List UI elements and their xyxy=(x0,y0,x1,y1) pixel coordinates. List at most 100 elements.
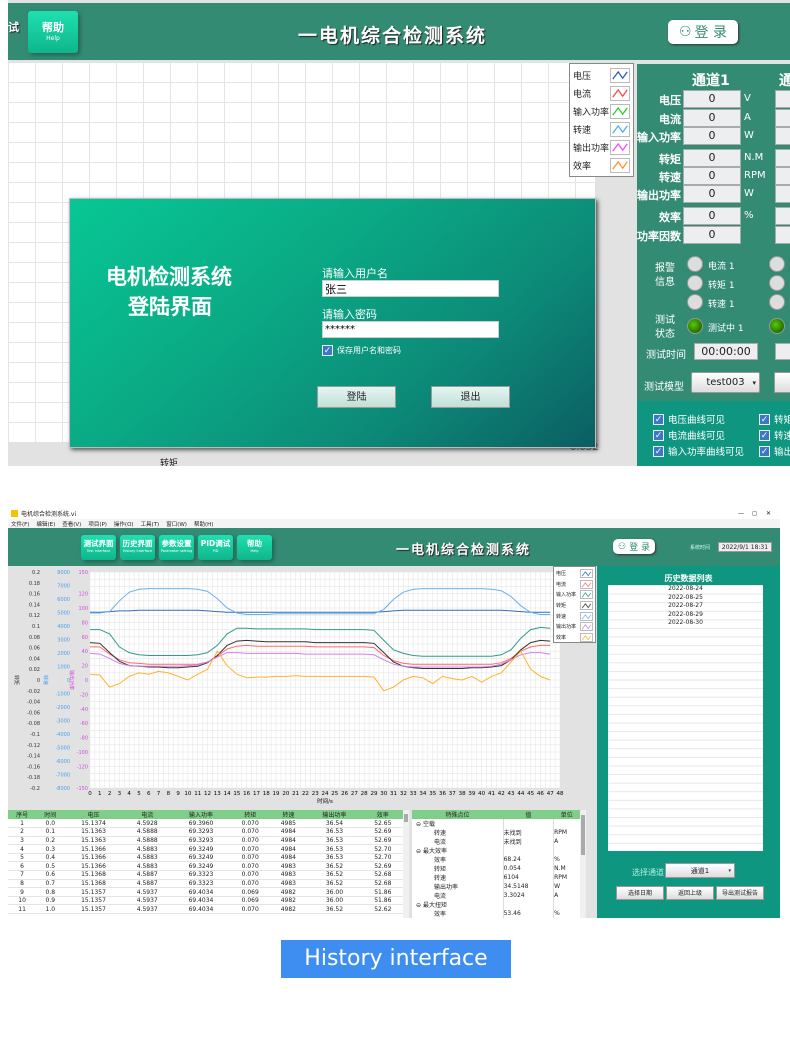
column-header[interactable]: 单位 xyxy=(553,810,580,819)
column-header[interactable]: 电压 xyxy=(64,810,123,819)
history-item[interactable]: 2022-08-25 xyxy=(608,594,763,603)
channel2-alarm-led xyxy=(769,256,785,272)
curve-visible-checkbox[interactable]: ✓ 电流曲线可见 xyxy=(653,428,725,442)
column-header[interactable]: 转矩 xyxy=(230,810,271,819)
curve-visible-checkbox[interactable]: ✓ 电压曲线可见 xyxy=(653,412,725,426)
table-cell: 36.52 xyxy=(306,861,363,872)
tree-scrollbar[interactable] xyxy=(580,810,586,918)
table-cell: 36.53 xyxy=(306,853,363,863)
panel-button[interactable]: 返回上级 xyxy=(666,886,714,900)
table-row[interactable]: 5 0.4 15.1366 4.5883 69.3249 0.070 4984 36.53 52… xyxy=(8,853,403,863)
panel-button[interactable]: 导出测试报告 xyxy=(716,886,764,900)
alarm-text: 转速 1 xyxy=(708,300,735,310)
channel-dropdown[interactable]: 通道1 ▾ xyxy=(665,863,735,878)
column-header[interactable]: 转速 xyxy=(270,810,307,819)
table-row[interactable]: 10 0.9 15.1357 4.5937 69.4034 0.069 4982 36.00 5… xyxy=(8,896,403,906)
nav-button[interactable]: 帮助 Help xyxy=(237,535,272,560)
collapse-icon[interactable]: ⊖ xyxy=(416,821,423,828)
field-value: 0 xyxy=(683,207,741,225)
x-tick-label: 26 xyxy=(341,791,348,797)
tree-row[interactable]: 转矩 0.054 N.M xyxy=(412,864,580,873)
tree-row[interactable]: 效率 53.46% xyxy=(412,909,580,918)
menu-item[interactable]: 工具(T) xyxy=(141,520,160,528)
x-tick-label: 33 xyxy=(410,791,417,797)
nav-button[interactable]: 参数设置 Parameter setting xyxy=(159,535,194,560)
nav-partial[interactable]: 试 xyxy=(8,19,19,35)
close-button[interactable]: ✕ xyxy=(766,510,771,517)
table-row[interactable]: 1 0.0 15.1374 4.5928 69.3960 0.070 4985 36.54 52… xyxy=(8,819,403,829)
dialog-exit-button[interactable]: 退出 xyxy=(431,386,510,408)
login-button[interactable]: ⚇ 登 录 xyxy=(668,20,738,44)
table-row[interactable]: 3 0.2 15.1363 4.5888 69.3293 0.070 4984 36.53 52… xyxy=(8,836,403,846)
history-item[interactable]: 2022-08-27 xyxy=(608,602,763,611)
minimize-button[interactable]: — xyxy=(738,510,744,517)
tree-row[interactable]: ⊖ 空载 xyxy=(412,819,580,828)
history-item[interactable]: 2022-08-24 xyxy=(608,585,763,594)
column-header[interactable]: 值 xyxy=(503,810,554,819)
tree-row[interactable]: 电流 3.3024 A xyxy=(412,891,580,900)
column-header[interactable]: 特殊点位 xyxy=(412,810,504,819)
menu-item[interactable]: 查看(V) xyxy=(62,520,81,528)
tree-row[interactable]: 转速 6104 RPM xyxy=(412,873,580,882)
test-model-dropdown[interactable]: test003 ▾ xyxy=(691,372,760,393)
x-tick-label: 31 xyxy=(390,791,397,797)
curve-visible-checkbox[interactable]: ✓ 转矩曲线可见 xyxy=(759,412,790,426)
menu-item[interactable]: 帮助(H) xyxy=(194,520,213,528)
table-row[interactable]: 11 1.0 15.1357 4.5937 69.4034 0.070 4982 36.52 5… xyxy=(8,904,403,915)
legend-label: 输入功率 xyxy=(556,592,577,599)
column-header[interactable]: 输入功率 xyxy=(171,810,231,819)
table-row[interactable]: 6 0.5 15.1366 4.5883 69.3249 0.070 4983 36.52 52… xyxy=(8,861,403,872)
tree-row[interactable]: 效率 68.24% xyxy=(412,855,580,864)
tree-row[interactable]: ⊖ 最大效率 xyxy=(412,846,580,855)
collapse-icon[interactable]: ⊖ xyxy=(416,902,423,909)
data-table-scrollbar[interactable] xyxy=(403,810,409,918)
menu-item[interactable]: 操作(O) xyxy=(114,520,134,528)
menu-item[interactable]: 项目(P) xyxy=(88,520,107,528)
tree-name: 转速 xyxy=(412,828,503,837)
history-item[interactable]: 2022-08-29 xyxy=(608,611,763,620)
tree-row[interactable]: 转速 未找到 RPM xyxy=(412,828,580,837)
login-button[interactable]: ⚇ 登 录 xyxy=(613,539,655,554)
username-input[interactable] xyxy=(322,280,499,297)
nav-help-button[interactable]: 帮助 Help xyxy=(28,11,78,53)
dialog-login-button[interactable]: 登陆 xyxy=(317,386,396,408)
nav-button[interactable]: 测试界面 Test interface xyxy=(81,535,116,560)
table-row[interactable]: 7 0.6 15.1368 4.5887 69.3323 0.070 4983 36.52 52… xyxy=(8,870,403,880)
x-tick-label: 9 xyxy=(176,791,180,797)
column-header[interactable]: 序号 xyxy=(8,810,37,819)
nav-button[interactable]: PID调试 PID xyxy=(198,535,233,560)
x-tick-label: 0 xyxy=(88,791,92,797)
table-row[interactable]: 2 0.1 15.1363 4.5888 69.3293 0.070 4984 36.53 52… xyxy=(8,827,403,837)
channel2-model-dropdown[interactable] xyxy=(774,372,790,393)
table-cell: 0.4 xyxy=(36,853,65,863)
remember-checkbox[interactable]: ✓ 保存用户名和密码 xyxy=(322,345,401,356)
y-tick-label: 6000 xyxy=(57,597,70,603)
login-label: 登 录 xyxy=(629,543,650,553)
menu-item[interactable]: 编辑(E) xyxy=(36,520,55,528)
menu-item[interactable]: 文件(F) xyxy=(11,520,29,528)
table-row[interactable]: 4 0.3 15.1366 4.5883 69.3249 0.070 4984 36.53 52… xyxy=(8,844,403,854)
nav-label: 帮助 xyxy=(247,539,262,548)
curve-visible-checkbox[interactable]: ✓ 输入功率曲线可见 xyxy=(653,444,744,458)
panel-button[interactable]: 选择日期 xyxy=(616,886,664,900)
column-header[interactable]: 电流 xyxy=(122,810,172,819)
column-header[interactable]: 效率 xyxy=(362,810,403,819)
menu-item[interactable]: 窗口(W) xyxy=(166,520,187,528)
field-value: 0 xyxy=(683,109,741,127)
column-header[interactable]: 时间 xyxy=(36,810,65,819)
history-item[interactable]: 2022-08-30 xyxy=(608,619,763,628)
collapse-icon[interactable]: ⊖ xyxy=(416,848,423,855)
table-row[interactable]: 8 0.7 15.1368 4.5887 69.3323 0.070 4983 36.52 52… xyxy=(8,879,403,889)
table-row[interactable]: 9 0.8 15.1357 4.5937 69.4034 0.069 4982 36.00 51… xyxy=(8,887,403,897)
password-input[interactable] xyxy=(322,321,499,338)
curve-visible-checkbox[interactable]: ✓ 转速曲线可见 xyxy=(759,428,790,442)
curve-visible-checkbox[interactable]: ✓ 输出功率曲线可见 xyxy=(759,444,790,458)
tree-row[interactable]: ⊖ 最大扭矩 xyxy=(412,900,580,909)
table-cell: 52.69 xyxy=(362,861,403,872)
tree-row[interactable]: 电流 未找到 A xyxy=(412,837,580,846)
nav-button[interactable]: 历史界面 History interface xyxy=(120,535,155,560)
column-header[interactable]: 输出功率 xyxy=(306,810,363,819)
nav-label: 参数设置 xyxy=(161,539,192,548)
maximize-button[interactable]: ◻ xyxy=(752,510,757,517)
tree-row[interactable]: 输出功率 34.5148 W xyxy=(412,882,580,891)
